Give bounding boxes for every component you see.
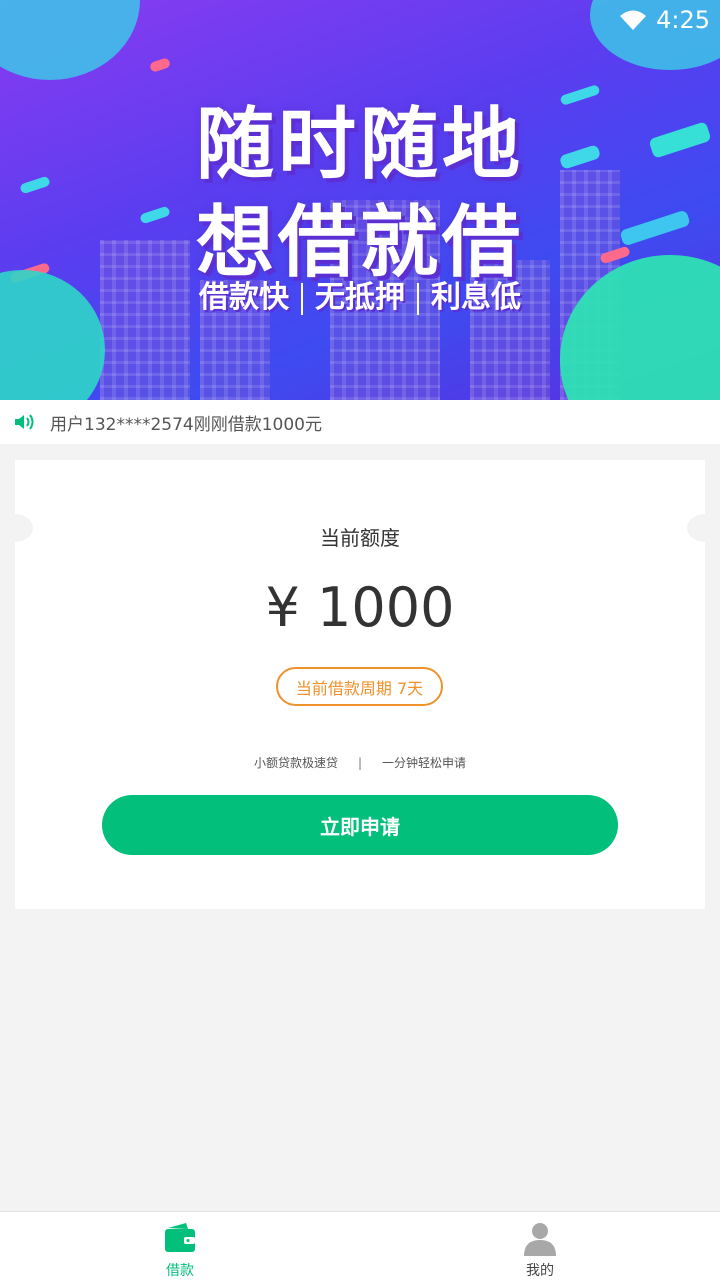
banner-tag-divider bbox=[417, 282, 419, 315]
status-bar: 4:25 bbox=[0, 0, 720, 40]
loan-period-badge: 当前借款周期 7天 bbox=[276, 667, 443, 706]
banner-tag: 无抵押 bbox=[315, 280, 405, 315]
tab-mine[interactable]: 我的 bbox=[360, 1212, 720, 1280]
notice-bar: 用户132****2574刚刚借款1000元 bbox=[0, 400, 720, 444]
wallet-icon bbox=[165, 1223, 195, 1252]
feature-text: 小额贷款极速贷 bbox=[253, 756, 338, 770]
apply-button[interactable]: 立即申请 bbox=[102, 795, 618, 855]
wifi-icon bbox=[620, 10, 647, 30]
feature-divider: | bbox=[357, 756, 363, 770]
tab-label: 借款 bbox=[166, 1263, 194, 1279]
hero-banner[interactable]: 4:25 随时随地 想借就借 借款快 无抵押 利息低 bbox=[0, 0, 720, 400]
banner-tags: 借款快 无抵押 利息低 bbox=[0, 272, 720, 316]
status-time: 4:25 bbox=[656, 6, 710, 34]
banner-headline-1: 随时随地 bbox=[195, 100, 524, 190]
feature-line: 小额贷款极速贷 | 一分钟轻松申请 bbox=[15, 754, 705, 771]
banner-tag-divider bbox=[301, 282, 303, 315]
feature-text: 一分钟轻松申请 bbox=[382, 756, 467, 770]
credit-amount: ¥ 1000 bbox=[265, 576, 455, 639]
banner-tag: 借款快 bbox=[199, 280, 289, 315]
credit-card: 当前额度 ¥ 1000 当前借款周期 7天 小额贷款极速贷 | 一分钟轻松申请 立即… bbox=[0, 460, 720, 909]
tab-label: 我的 bbox=[526, 1263, 554, 1279]
bottom-tab-bar: 借款 我的 bbox=[0, 1211, 720, 1280]
tab-loan[interactable]: 借款 bbox=[0, 1212, 360, 1280]
speaker-icon bbox=[15, 414, 34, 430]
user-icon bbox=[524, 1223, 556, 1256]
credit-label: 当前额度 bbox=[320, 526, 400, 550]
banner-streak bbox=[148, 57, 172, 73]
banner-tag: 利息低 bbox=[431, 280, 521, 315]
notice-text: 用户132****2574刚刚借款1000元 bbox=[50, 414, 322, 435]
